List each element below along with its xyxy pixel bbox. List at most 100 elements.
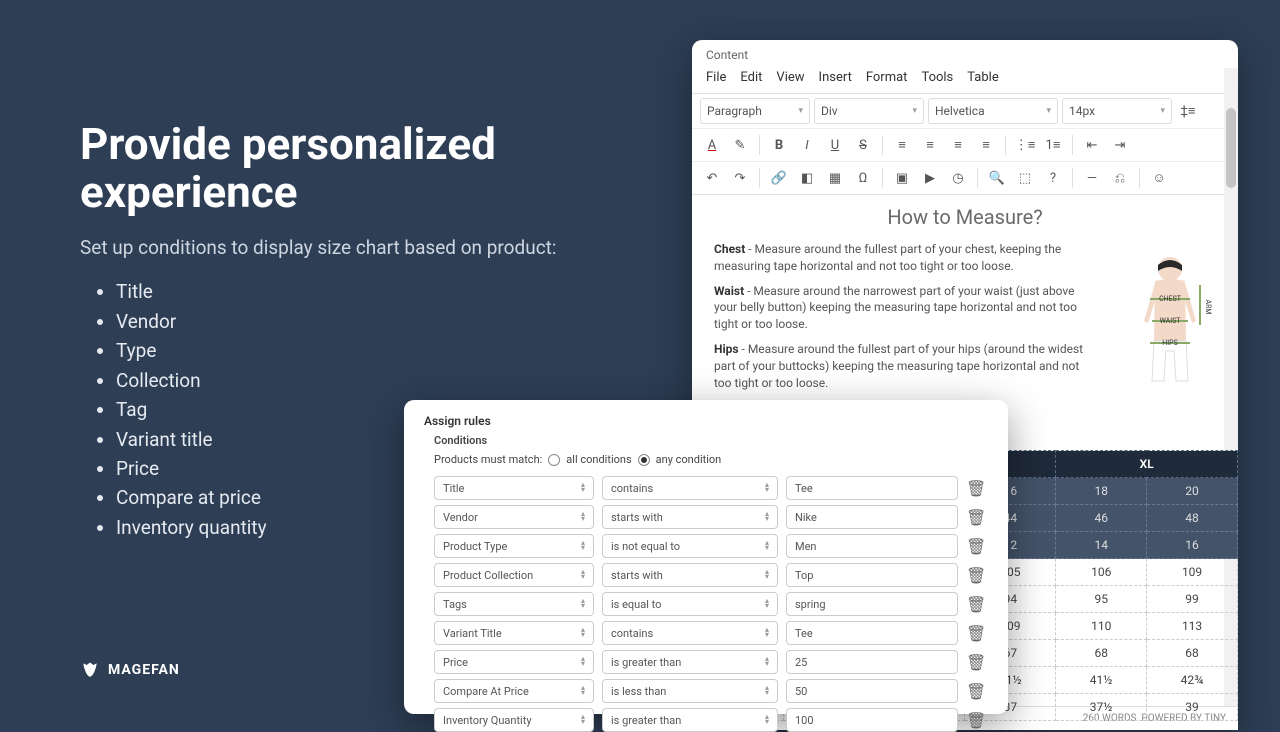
number-list-icon[interactable]: 1≡ xyxy=(1041,133,1065,157)
trash-icon[interactable]: 🗑 xyxy=(966,711,986,730)
bullet-list-icon[interactable]: ⋮≡ xyxy=(1013,133,1037,157)
menu-format[interactable]: Format xyxy=(866,70,908,85)
rules-subtitle: Conditions xyxy=(434,434,988,447)
brand-logo: MAGEFAN xyxy=(80,660,180,680)
table-cell: 14 xyxy=(1056,532,1147,559)
align-justify-icon[interactable]: ≡ xyxy=(974,133,998,157)
rules-title: Assign rules xyxy=(424,414,988,428)
radio-all-conditions[interactable] xyxy=(548,454,560,466)
menu-file[interactable]: File xyxy=(706,70,726,85)
rule-field-select[interactable]: Vendor▴▾ xyxy=(434,505,594,529)
rule-operator-select[interactable]: contains▴▾ xyxy=(602,621,778,645)
table-cell: 110 xyxy=(1056,613,1147,640)
table-cell: 95 xyxy=(1056,586,1147,613)
rule-operator-select[interactable]: starts with▴▾ xyxy=(602,563,778,587)
table-icon[interactable]: ▦ xyxy=(823,166,847,190)
rule-operator-select[interactable]: is greater than▴▾ xyxy=(602,708,778,732)
undo-icon[interactable]: ↶ xyxy=(700,166,724,190)
rule-value-input[interactable]: 50 xyxy=(786,679,958,703)
rule-field-select[interactable]: Compare At Price▴▾ xyxy=(434,679,594,703)
rule-value-input[interactable]: 100 xyxy=(786,708,958,732)
table-cell: 41½ xyxy=(1056,667,1147,694)
rule-value-input[interactable]: 25 xyxy=(786,650,958,674)
rule-value-input[interactable]: Men xyxy=(786,534,958,558)
align-left-icon[interactable]: ≡ xyxy=(890,133,914,157)
rule-operator-select[interactable]: contains▴▾ xyxy=(602,476,778,500)
align-center-icon[interactable]: ≡ xyxy=(918,133,942,157)
link-icon[interactable]: 🔗 xyxy=(767,166,791,190)
rule-field-select[interactable]: Price▴▾ xyxy=(434,650,594,674)
table-cell: 18 xyxy=(1056,478,1147,505)
rule-row: Compare At Price▴▾ is less than▴▾ 50 🗑 xyxy=(434,679,988,703)
line-height-icon[interactable]: ‡≡ xyxy=(1176,99,1200,123)
chevron-down-icon: ▾ xyxy=(1046,106,1051,116)
bold-icon[interactable]: B xyxy=(767,133,791,157)
rule-value-input[interactable]: spring xyxy=(786,592,958,616)
rule-field-select[interactable]: Product Collection▴▾ xyxy=(434,563,594,587)
rule-field-select[interactable]: Product Type▴▾ xyxy=(434,534,594,558)
outdent-icon[interactable]: ⇤ xyxy=(1080,133,1104,157)
datetime-icon[interactable]: ◷ xyxy=(946,166,970,190)
rule-row: Inventory Quantity▴▾ is greater than▴▾ 100… xyxy=(434,708,988,732)
rule-operator-select[interactable]: is equal to▴▾ xyxy=(602,592,778,616)
menu-tools[interactable]: Tools xyxy=(921,70,953,85)
block-format-select[interactable]: Paragraph▾ xyxy=(700,98,810,124)
menu-table[interactable]: Table xyxy=(967,70,998,85)
highlight-icon[interactable]: ✎ xyxy=(728,133,752,157)
trash-icon[interactable]: 🗑 xyxy=(966,595,986,614)
italic-icon[interactable]: I xyxy=(795,133,819,157)
rule-value-input[interactable]: Top xyxy=(786,563,958,587)
trash-icon[interactable]: 🗑 xyxy=(966,479,986,498)
svg-text:ARM: ARM xyxy=(1204,300,1212,315)
align-right-icon[interactable]: ≡ xyxy=(946,133,970,157)
rule-operator-select[interactable]: starts with▴▾ xyxy=(602,505,778,529)
emoji-icon[interactable]: ☺ xyxy=(1147,166,1171,190)
list-item: Collection xyxy=(116,366,600,395)
trash-icon[interactable]: 🗑 xyxy=(966,537,986,556)
brand-label: MAGEFAN xyxy=(108,662,180,678)
scrollbar-thumb[interactable] xyxy=(1226,108,1236,188)
font-family-select[interactable]: Helvetica▾ xyxy=(928,98,1058,124)
table-cell: 48 xyxy=(1147,505,1238,532)
chevron-down-icon: ▾ xyxy=(798,106,803,116)
indent-icon[interactable]: ⇥ xyxy=(1108,133,1132,157)
rule-value-input[interactable]: Tee xyxy=(786,476,958,500)
rule-row: Product Collection▴▾ starts with▴▾ Top 🗑 xyxy=(434,563,988,587)
wrap-format-select[interactable]: Div▾ xyxy=(814,98,924,124)
help-icon[interactable]: ? xyxy=(1041,166,1065,190)
underline-icon[interactable]: U xyxy=(823,133,847,157)
trash-icon[interactable]: 🗑 xyxy=(966,624,986,643)
menu-edit[interactable]: Edit xyxy=(740,70,762,85)
trash-icon[interactable]: 🗑 xyxy=(966,682,986,701)
search-icon[interactable]: 🔍 xyxy=(985,166,1009,190)
rule-field-select[interactable]: Variant Title▴▾ xyxy=(434,621,594,645)
list-item: Vendor xyxy=(116,307,600,336)
select-all-icon[interactable]: ⬚ xyxy=(1013,166,1037,190)
table-cell: 46 xyxy=(1056,505,1147,532)
rule-operator-select[interactable]: is not equal to▴▾ xyxy=(602,534,778,558)
rule-field-select[interactable]: Title▴▾ xyxy=(434,476,594,500)
rule-field-select[interactable]: Tags▴▾ xyxy=(434,592,594,616)
redo-icon[interactable]: ↷ xyxy=(728,166,752,190)
font-size-select[interactable]: 14px▾ xyxy=(1062,98,1172,124)
pagebreak-icon[interactable]: ⎌ xyxy=(1108,166,1132,190)
strike-icon[interactable]: S xyxy=(851,133,875,157)
special-char-icon[interactable]: Ω xyxy=(851,166,875,190)
rule-operator-select[interactable]: is greater than▴▾ xyxy=(602,650,778,674)
trash-icon[interactable]: 🗑 xyxy=(966,508,986,527)
rule-value-input[interactable]: Nike xyxy=(786,505,958,529)
rule-operator-select[interactable]: is less than▴▾ xyxy=(602,679,778,703)
menu-insert[interactable]: Insert xyxy=(819,70,852,85)
menu-view[interactable]: View xyxy=(776,70,804,85)
hr-icon[interactable]: — xyxy=(1080,166,1104,190)
rule-field-select[interactable]: Inventory Quantity▴▾ xyxy=(434,708,594,732)
bookmark-icon[interactable]: ◧ xyxy=(795,166,819,190)
radio-any-condition[interactable] xyxy=(638,454,650,466)
media-icon[interactable]: ▶ xyxy=(918,166,942,190)
text-color-icon[interactable]: A xyxy=(700,133,724,157)
trash-icon[interactable]: 🗑 xyxy=(966,566,986,585)
rule-row: Title▴▾ contains▴▾ Tee 🗑 xyxy=(434,476,988,500)
rule-value-input[interactable]: Tee xyxy=(786,621,958,645)
trash-icon[interactable]: 🗑 xyxy=(966,653,986,672)
image-icon[interactable]: ▣ xyxy=(890,166,914,190)
